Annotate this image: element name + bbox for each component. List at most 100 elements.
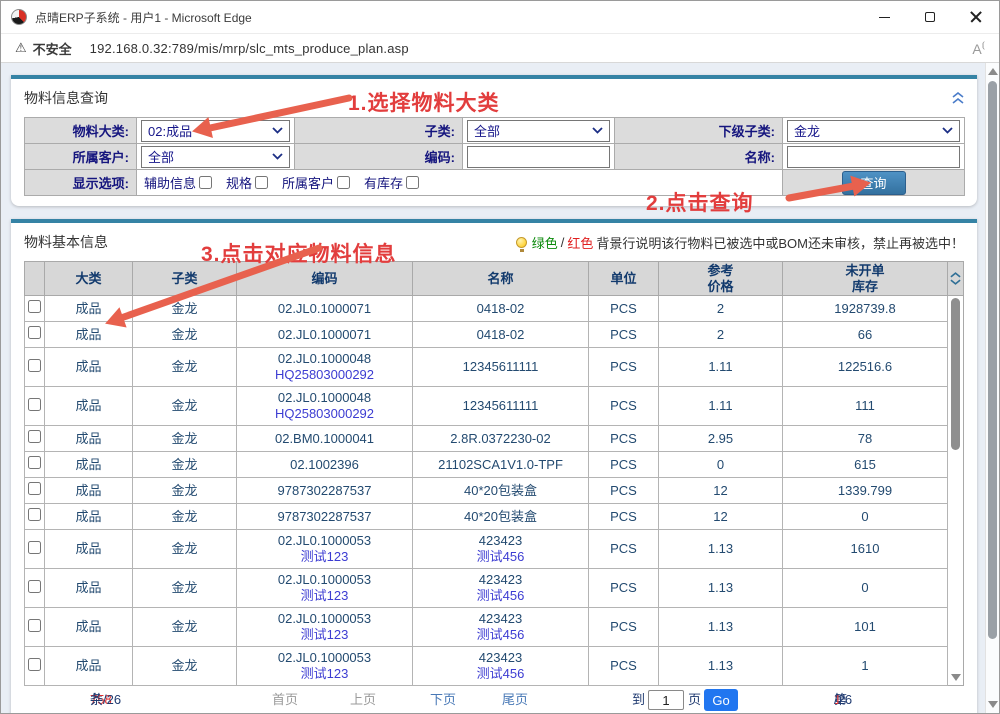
material-category-label: 物料大类: bbox=[25, 118, 137, 144]
customer-select[interactable]: 全部 bbox=[141, 146, 290, 168]
row-checkbox[interactable] bbox=[28, 359, 41, 372]
tip-red-text: 红色 bbox=[567, 233, 593, 252]
cell-name: 12345611111 bbox=[413, 387, 589, 426]
cell-stock: 1339.799 bbox=[783, 478, 948, 504]
table-row[interactable]: 成品 金龙 02.JL0.1000071 0418-02 PCS 2 66 bbox=[25, 322, 948, 348]
goto-label: 到 bbox=[632, 686, 645, 713]
cell-unit: PCS bbox=[589, 387, 659, 426]
last-page-link[interactable]: 尾页 bbox=[502, 686, 528, 713]
cell-unit: PCS bbox=[589, 478, 659, 504]
header-unit: 单位 bbox=[589, 262, 659, 296]
url-text[interactable]: 192.168.0.32:789/mis/mrp/slc_mts_produce… bbox=[90, 41, 409, 56]
lower-subclass-select[interactable]: 金龙 bbox=[787, 120, 960, 142]
cell-stock: 78 bbox=[783, 426, 948, 452]
table-row[interactable]: 成品 金龙 9787302287537 40*20包装盒 PCS 12 0 bbox=[25, 504, 948, 530]
results-panel-title: 物料基本信息 bbox=[24, 232, 108, 252]
cell-stock: 0 bbox=[783, 569, 948, 608]
go-button[interactable]: Go bbox=[704, 689, 738, 711]
page-number-input[interactable] bbox=[648, 690, 684, 710]
cell-name: 0418-02 bbox=[413, 322, 589, 348]
security-label[interactable]: 不安全 bbox=[33, 39, 72, 58]
cell-name: 21102SCA1V1.0-TPF bbox=[413, 452, 589, 478]
table-row[interactable]: 成品 金龙 02.JL0.1000053测试123 423423测试456 PC… bbox=[25, 647, 948, 686]
has-stock-option-label: 有库存 bbox=[364, 173, 403, 192]
table-row[interactable]: 成品 金龙 02.JL0.1000048HQ25803000292 123456… bbox=[25, 387, 948, 426]
table-row[interactable]: 成品 金龙 02.JL0.1000053测试123 423423测试456 PC… bbox=[25, 608, 948, 647]
cell-unit: PCS bbox=[589, 296, 659, 322]
minimize-button[interactable] bbox=[861, 1, 907, 33]
first-page-link[interactable]: 首页 bbox=[272, 686, 298, 713]
cell-code: 9787302287537 bbox=[237, 478, 413, 504]
code-input[interactable] bbox=[467, 146, 610, 168]
tip-divider: / bbox=[561, 235, 565, 250]
table-row[interactable]: 成品 金龙 02.JL0.1000053测试123 423423测试456 PC… bbox=[25, 530, 948, 569]
subclass-select[interactable]: 全部 bbox=[467, 120, 610, 142]
selection-tip: 绿色/红色背景行说明该行物料已被选中或BOM还未审核，禁止再被选中！ bbox=[516, 233, 964, 252]
close-button[interactable] bbox=[953, 1, 999, 33]
row-checkbox[interactable] bbox=[28, 398, 41, 411]
cell-subcategory: 金龙 bbox=[133, 530, 237, 569]
table-row[interactable]: 成品 金龙 02.JL0.1000048HQ25803000292 123456… bbox=[25, 348, 948, 387]
row-checkbox[interactable] bbox=[28, 326, 41, 339]
table-scrollbar-track[interactable] bbox=[948, 296, 963, 685]
address-bar[interactable]: ⚠ 不安全 192.168.0.32:789/mis/mrp/slc_mts_p… bbox=[1, 33, 999, 63]
cell-category: 成品 bbox=[45, 452, 133, 478]
cell-code: 02.JL0.1000048HQ25803000292 bbox=[237, 348, 413, 387]
chevron-down-icon bbox=[272, 153, 283, 160]
cell-price: 1.13 bbox=[659, 608, 783, 647]
scroll-down-icon[interactable] bbox=[988, 701, 998, 708]
cell-subcategory: 金龙 bbox=[133, 426, 237, 452]
row-checkbox[interactable] bbox=[28, 508, 41, 521]
row-checkbox[interactable] bbox=[28, 658, 41, 671]
aux-info-checkbox[interactable] bbox=[199, 176, 212, 189]
scroll-up-icon[interactable] bbox=[988, 68, 998, 75]
row-checkbox[interactable] bbox=[28, 619, 41, 632]
lower-subclass-label: 下级子类: bbox=[615, 118, 783, 144]
code-label: 编码: bbox=[295, 144, 463, 170]
table-row[interactable]: 成品 金龙 9787302287537 40*20包装盒 PCS 12 1339… bbox=[25, 478, 948, 504]
cell-code: 02.JL0.1000053测试123 bbox=[237, 530, 413, 569]
cell-name: 12345611111 bbox=[413, 348, 589, 387]
cell-code: 02.JL0.1000053测试123 bbox=[237, 608, 413, 647]
cell-unit: PCS bbox=[589, 569, 659, 608]
table-row[interactable]: 成品 金龙 02.BM0.1000041 2.8R.0372230-02 PCS… bbox=[25, 426, 948, 452]
cell-subcategory: 金龙 bbox=[133, 452, 237, 478]
read-aloud-icon[interactable]: A⦅ bbox=[972, 40, 985, 57]
row-checkbox[interactable] bbox=[28, 580, 41, 593]
header-stock: 未开单库存 bbox=[783, 262, 948, 296]
customer-checkbox[interactable] bbox=[337, 176, 350, 189]
cell-price: 2 bbox=[659, 296, 783, 322]
spec-checkbox[interactable] bbox=[255, 176, 268, 189]
cell-stock: 1 bbox=[783, 647, 948, 686]
table-scrollbar[interactable] bbox=[948, 261, 964, 686]
table-row[interactable]: 成品 金龙 02.JL0.1000053测试123 423423测试456 PC… bbox=[25, 569, 948, 608]
row-checkbox[interactable] bbox=[28, 541, 41, 554]
table-row[interactable]: 成品 金龙 02.1002396 21102SCA1V1.0-TPF PCS 0… bbox=[25, 452, 948, 478]
browser-window: 点晴ERP子系统 - 用户1 - Microsoft Edge ⚠ 不安全 19… bbox=[0, 0, 1000, 714]
next-page-link[interactable]: 下页 bbox=[430, 686, 456, 713]
cell-category: 成品 bbox=[45, 296, 133, 322]
row-checkbox[interactable] bbox=[28, 300, 41, 313]
cell-code: 02.JL0.1000053测试123 bbox=[237, 569, 413, 608]
table-scroll-down-icon[interactable] bbox=[951, 674, 961, 681]
row-checkbox[interactable] bbox=[28, 430, 41, 443]
page-scrollbar-thumb[interactable] bbox=[988, 81, 997, 639]
search-button[interactable]: 查询 bbox=[842, 171, 906, 195]
collapse-panel-icon[interactable] bbox=[952, 92, 964, 104]
table-scrollbar-thumb[interactable] bbox=[951, 298, 960, 450]
name-input[interactable] bbox=[787, 146, 960, 168]
expand-collapse-rows-icon[interactable] bbox=[948, 262, 963, 296]
cell-unit: PCS bbox=[589, 608, 659, 647]
row-checkbox[interactable] bbox=[28, 482, 41, 495]
cell-name: 40*20包装盒 bbox=[413, 478, 589, 504]
table-header-row: 大类 子类 编码 名称 单位 参考价格 未开单库存 bbox=[25, 262, 948, 296]
lightbulb-icon bbox=[516, 237, 527, 248]
row-checkbox[interactable] bbox=[28, 456, 41, 469]
material-category-select[interactable]: 02:成品 bbox=[141, 120, 290, 142]
page-scrollbar[interactable] bbox=[985, 63, 999, 713]
has-stock-checkbox[interactable] bbox=[406, 176, 419, 189]
cell-subcategory: 金龙 bbox=[133, 348, 237, 387]
table-row[interactable]: 成品 金龙 02.JL0.1000071 0418-02 PCS 2 19287… bbox=[25, 296, 948, 322]
maximize-button[interactable] bbox=[907, 1, 953, 33]
prev-page-link[interactable]: 上页 bbox=[350, 686, 376, 713]
